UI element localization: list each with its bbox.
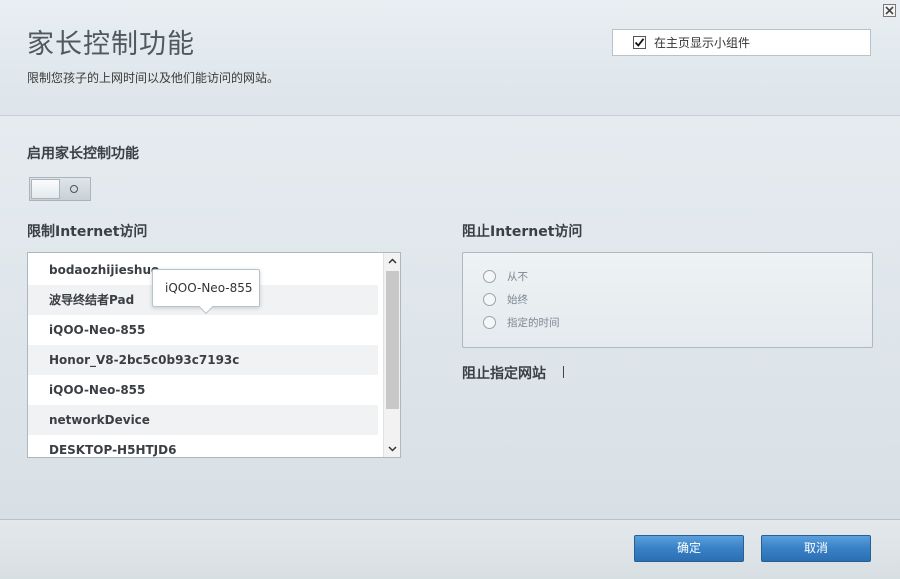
show-widget-label: 在主页显示小组件 (654, 36, 751, 50)
device-list-item[interactable]: iQOO-Neo-855 (28, 375, 378, 405)
chevron-up-icon (388, 258, 397, 264)
device-list-item[interactable]: iQOO-Neo-855 (28, 315, 378, 345)
header: 家长控制功能 限制您孩子的上网时间以及他们能访问的网站。 在主页显示小组件 (0, 0, 900, 116)
radio-never[interactable]: 从不 (483, 268, 528, 284)
device-list-scrollbar[interactable] (383, 253, 400, 457)
chevron-down-icon (388, 446, 397, 452)
scroll-thumb[interactable] (386, 271, 399, 409)
device-list-item[interactable]: DESKTOP-H5HTJD6 (28, 435, 378, 457)
toggle-knob (31, 179, 60, 199)
radio-never-label: 从不 (507, 270, 528, 283)
page-title: 家长控制功能 (27, 29, 195, 60)
parental-control-toggle[interactable] (29, 177, 91, 201)
enable-parental-control-label: 启用家长控制功能 (27, 146, 139, 162)
close-button[interactable] (883, 4, 896, 17)
radio-unchecked-icon (483, 292, 496, 306)
device-name-tooltip: iQOO-Neo-855 (152, 269, 260, 315)
device-list-item[interactable]: Honor_V8-2bc5c0b93c7193c (28, 345, 378, 375)
device-list-item[interactable]: networkDevice (28, 405, 378, 435)
scroll-up-button[interactable] (384, 253, 400, 269)
radio-always-label: 始终 (507, 293, 528, 306)
checkbox-checked-icon (633, 36, 646, 49)
text-cursor-icon (563, 366, 564, 378)
block-internet-label: 阻止Internet访问 (462, 224, 583, 240)
block-internet-options: 从不 始终 指定的时间 (462, 252, 873, 348)
cancel-button[interactable]: 取消 (761, 535, 871, 562)
block-sites-label[interactable]: 阻止指定网站 (462, 363, 546, 383)
radio-scheduled-label: 指定的时间 (507, 316, 560, 329)
radio-scheduled[interactable]: 指定的时间 (483, 314, 560, 330)
show-widget-checkbox[interactable]: 在主页显示小组件 (612, 29, 871, 56)
page-subtitle: 限制您孩子的上网时间以及他们能访问的网站。 (27, 71, 280, 85)
radio-always[interactable]: 始终 (483, 291, 528, 307)
tooltip-text: iQOO-Neo-855 (165, 281, 253, 295)
radio-unchecked-icon (483, 315, 496, 329)
restrict-internet-label: 限制Internet访问 (27, 224, 148, 240)
ok-button[interactable]: 确定 (634, 535, 744, 562)
close-icon (885, 6, 894, 15)
radio-unchecked-icon (483, 269, 496, 283)
scroll-down-button[interactable] (384, 441, 400, 457)
toggle-off-icon (70, 185, 78, 193)
